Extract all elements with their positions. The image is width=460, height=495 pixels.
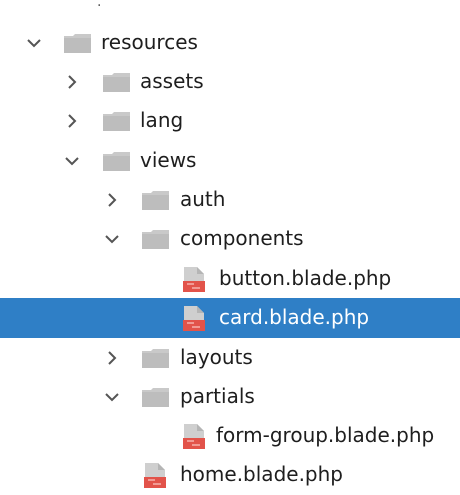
tree-row-lang[interactable]: lang — [0, 101, 460, 141]
tree-row-resources[interactable]: resources — [0, 23, 460, 63]
folder-icon — [103, 73, 130, 92]
folder-icon — [103, 152, 130, 171]
tree-item-label: views — [140, 148, 197, 172]
tree-item-label: form-group.blade.php — [216, 423, 435, 447]
folder-icon — [64, 34, 91, 53]
chevron-right-icon[interactable] — [103, 189, 121, 211]
tree-item-label: card.blade.php — [219, 305, 370, 329]
folder-icon — [142, 191, 169, 210]
tree-row-components[interactable]: components — [0, 219, 460, 259]
blade-file-icon — [183, 305, 205, 331]
blade-file-icon — [144, 462, 166, 488]
chevron-down-icon[interactable] — [63, 150, 81, 172]
project-tree: . resources assets lang views auth compo… — [0, 0, 460, 495]
tree-row-home-blade[interactable]: home.blade.php — [0, 455, 460, 495]
tree-item-label: lang — [140, 108, 184, 132]
tree-item-label: button.blade.php — [219, 266, 392, 290]
tree-item-label: components — [180, 226, 304, 250]
folder-icon — [142, 230, 169, 249]
tree-row-auth[interactable]: auth — [0, 180, 460, 220]
folder-icon — [142, 388, 169, 407]
chevron-down-icon[interactable] — [103, 228, 121, 250]
tree-row-views[interactable]: views — [0, 141, 460, 181]
top-mark: . — [97, 0, 102, 10]
folder-icon — [142, 349, 169, 368]
tree-row-form-group-blade[interactable]: form-group.blade.php — [0, 416, 460, 456]
tree-item-label: resources — [101, 30, 198, 54]
tree-row-card-blade[interactable]: card.blade.php — [0, 298, 460, 338]
blade-file-icon — [183, 266, 205, 292]
tree-item-label: assets — [140, 69, 204, 93]
tree-item-label: auth — [180, 187, 226, 211]
chevron-right-icon[interactable] — [63, 110, 81, 132]
tree-item-label: layouts — [180, 345, 253, 369]
chevron-down-icon[interactable] — [103, 386, 121, 408]
tree-row-partials[interactable]: partials — [0, 377, 460, 417]
tree-row-button-blade[interactable]: button.blade.php — [0, 259, 460, 299]
blade-file-icon — [183, 423, 205, 449]
tree-row-layouts[interactable]: layouts — [0, 338, 460, 378]
tree-row-assets[interactable]: assets — [0, 62, 460, 102]
tree-item-label: partials — [180, 384, 255, 408]
chevron-right-icon[interactable] — [63, 71, 81, 93]
tree-item-label: home.blade.php — [180, 462, 343, 486]
folder-icon — [103, 112, 130, 131]
chevron-down-icon[interactable] — [25, 32, 43, 54]
chevron-right-icon[interactable] — [103, 347, 121, 369]
